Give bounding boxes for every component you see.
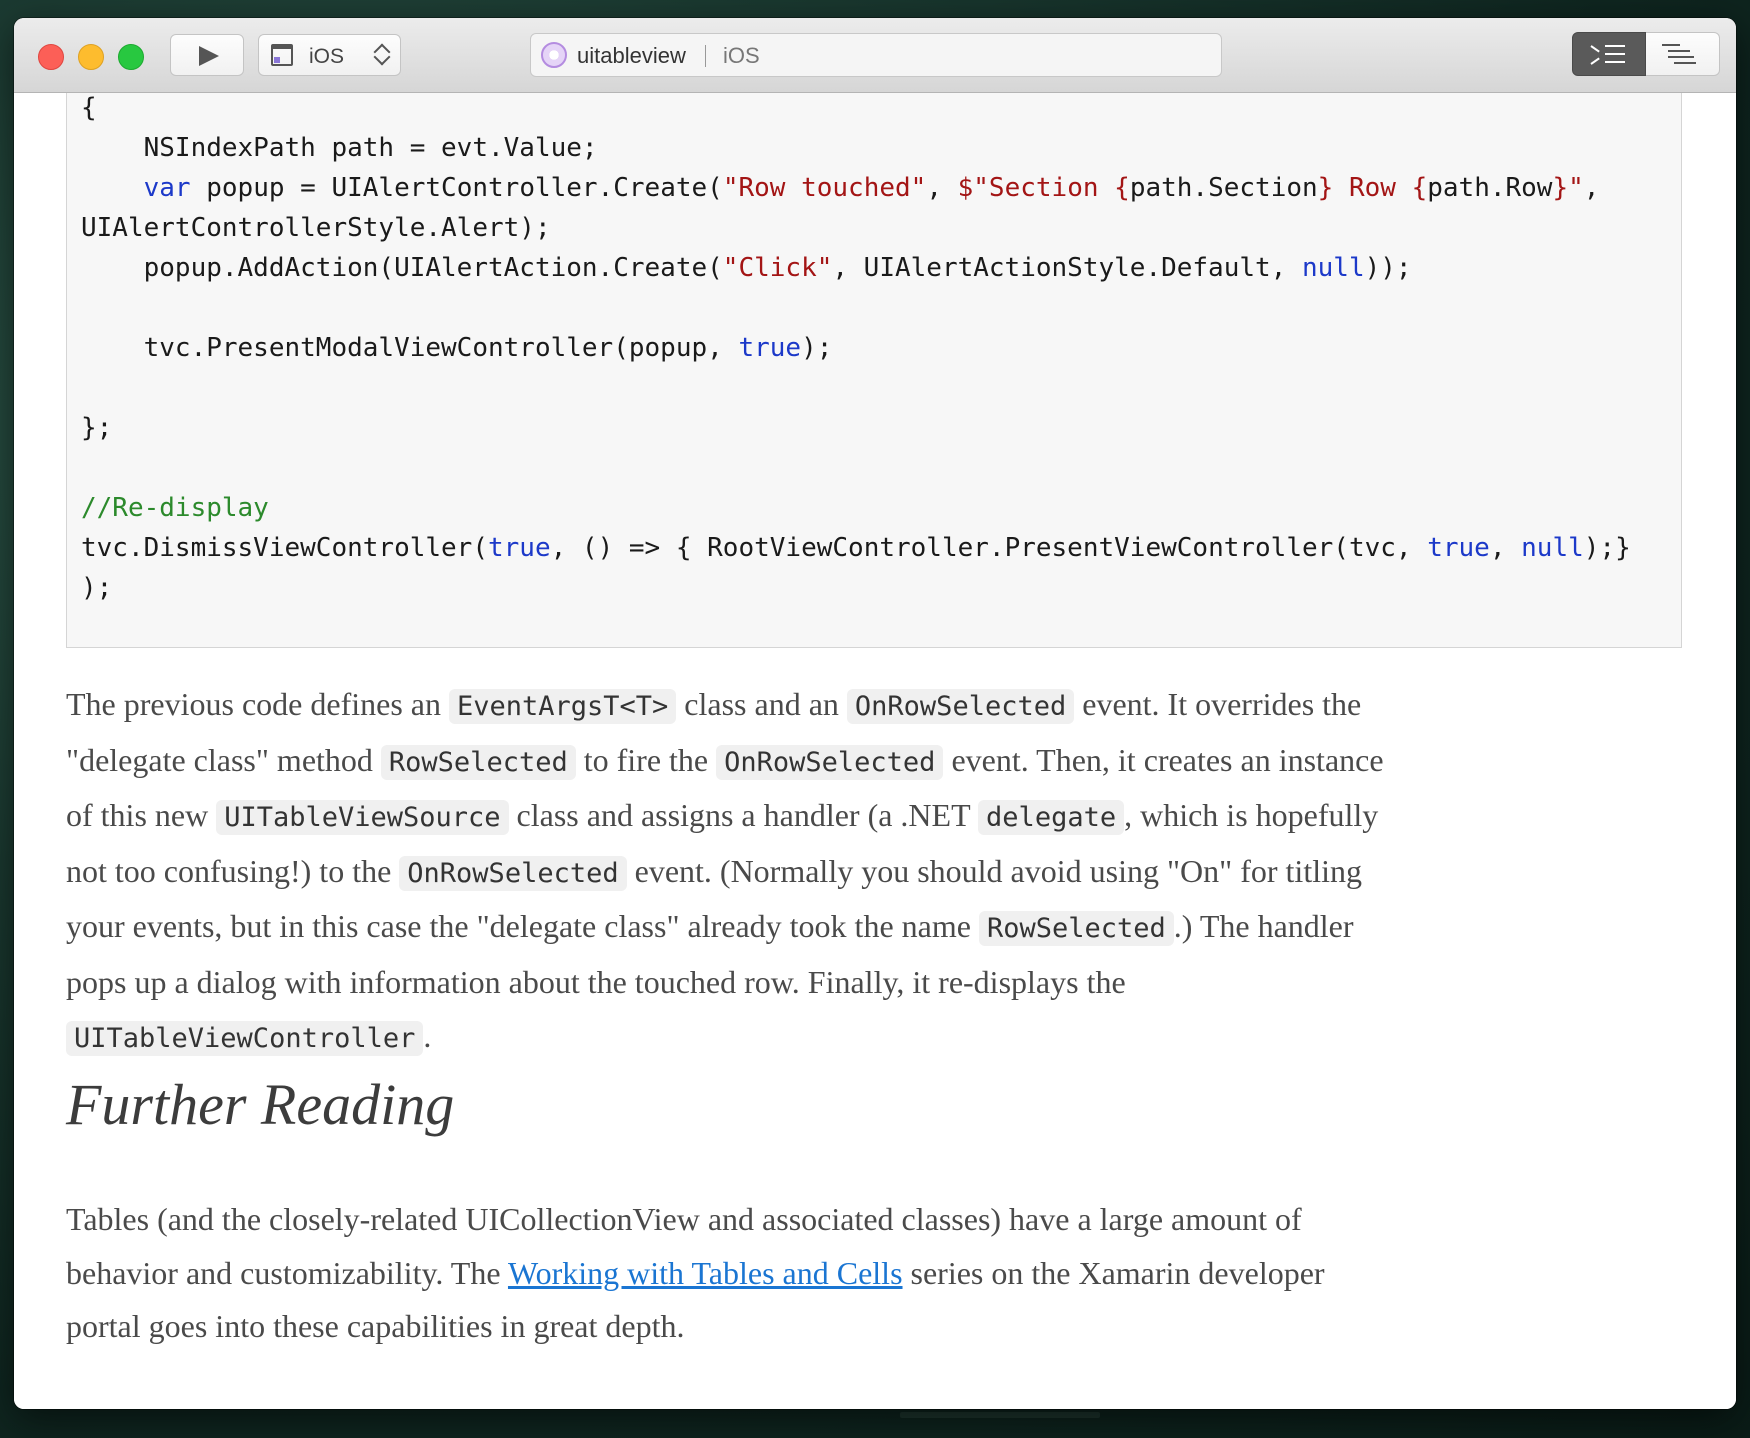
target-selector[interactable]: iOS (258, 34, 401, 76)
play-icon (199, 46, 219, 66)
document-title-bar: uitableview iOS (530, 33, 1222, 77)
explanation-paragraph: The previous code defines an EventArgsT<… (66, 686, 1384, 1056)
document-title: uitableview (577, 43, 686, 68)
inline-code: RowSelected (380, 744, 576, 780)
inline-code: delegate (978, 800, 1125, 836)
inline-code: OnRowSelected (716, 744, 944, 780)
tables-and-cells-link[interactable]: Working with Tables and Cells (508, 1255, 903, 1291)
xamarin-workbook-icon (541, 42, 567, 68)
inline-code: OnRowSelected (846, 689, 1075, 724)
run-button[interactable] (170, 34, 244, 76)
target-label: iOS (309, 45, 345, 68)
minimize-window-button[interactable] (78, 44, 104, 70)
workbook-content: { NSIndexPath path = evt.Value; var popu… (14, 93, 1736, 1409)
inline-code: UITableViewController (66, 1020, 424, 1056)
inline-code: RowSelected (978, 911, 1174, 947)
device-icon (271, 44, 293, 66)
inline-code: OnRowSelected (399, 855, 627, 891)
title-separator (705, 45, 706, 67)
window-toolbar: iOS uitableview iOS (14, 18, 1736, 93)
code-cell[interactable]: { NSIndexPath path = evt.Value; var popu… (66, 93, 1682, 648)
inline-code: EventArgsT<T> (448, 689, 677, 724)
inline-code: UITableViewSource (216, 800, 509, 836)
outline-toggle-button[interactable] (1572, 32, 1646, 76)
zoom-window-button[interactable] (118, 44, 144, 70)
code-text: { NSIndexPath path = evt.Value; var popu… (81, 93, 1631, 603)
playground-window: iOS uitableview iOS {NSIndexPath path =… (14, 18, 1736, 1409)
chevron-updown-icon (373, 41, 391, 69)
document-platform: iOS (723, 43, 760, 68)
further-reading-heading: Further Reading (66, 1072, 455, 1137)
list-toggle-button[interactable] (1646, 32, 1720, 76)
close-window-button[interactable] (38, 44, 64, 70)
further-reading-paragraph: Tables (and the closely-related UICollec… (66, 1201, 1325, 1345)
